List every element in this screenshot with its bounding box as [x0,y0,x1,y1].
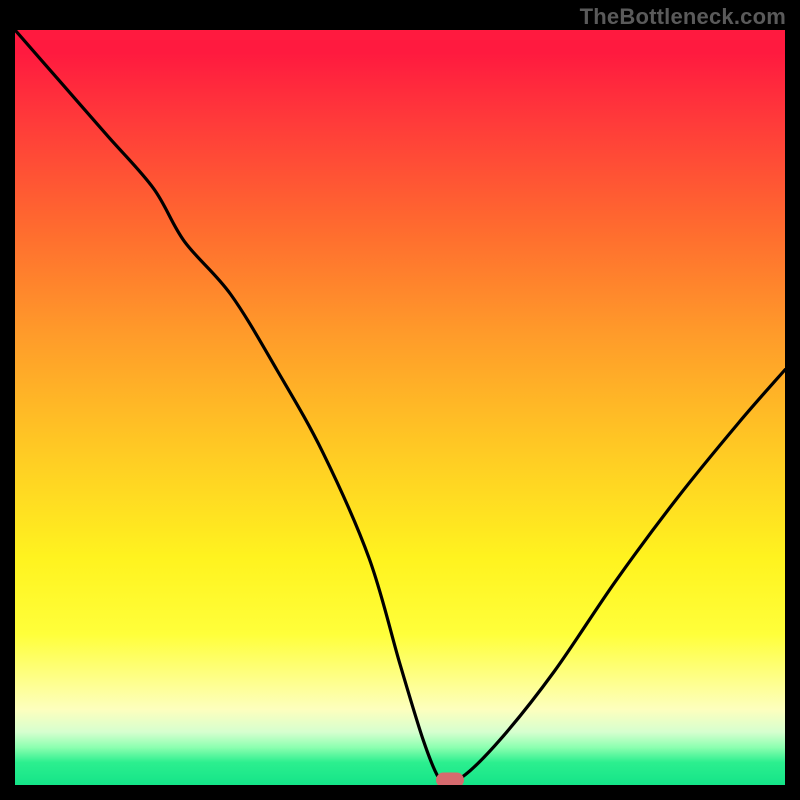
chart-frame: TheBottleneck.com [0,0,800,800]
optimal-point-marker [436,772,464,785]
watermark-text: TheBottleneck.com [580,4,786,30]
curve-path [15,30,785,780]
plot-area [15,30,785,785]
bottleneck-curve [15,30,785,785]
